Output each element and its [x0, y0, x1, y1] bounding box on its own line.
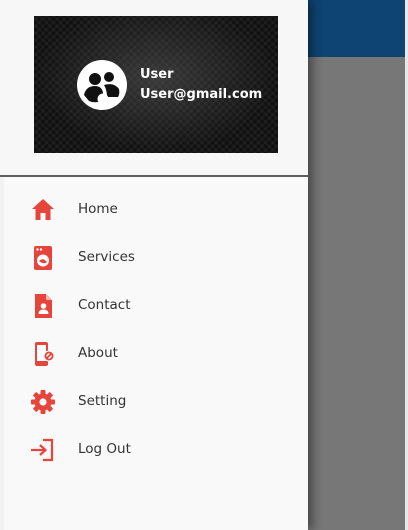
- phone-blocked-icon: [30, 341, 56, 367]
- menu-item-label: About: [78, 345, 118, 361]
- washing-machine-icon: [30, 245, 56, 271]
- home-icon: [30, 197, 56, 223]
- menu-item-about[interactable]: About: [0, 330, 308, 378]
- menu-item-setting[interactable]: Setting: [0, 378, 308, 426]
- contact-file-icon: [30, 293, 56, 319]
- menu-item-label: Home: [78, 201, 118, 217]
- user-group-icon: [77, 60, 127, 110]
- user-name: User: [140, 67, 174, 82]
- menu-item-logout[interactable]: Log Out: [0, 426, 308, 474]
- menu-item-contact[interactable]: Contact: [0, 282, 308, 330]
- profile-banner: User User@gmail.com: [34, 16, 278, 153]
- drawer-header: User User@gmail.com: [0, 0, 308, 176]
- menu-item-label: Setting: [78, 393, 127, 409]
- menu-item-label: Contact: [78, 297, 131, 313]
- menu-item-home[interactable]: Home: [0, 186, 308, 234]
- screen: User User@gmail.com Home Services Contac…: [0, 0, 408, 530]
- divider: [0, 175, 308, 177]
- gear-icon: [30, 389, 56, 415]
- menu-item-services[interactable]: Services: [0, 234, 308, 282]
- logout-icon: [30, 437, 56, 463]
- menu-item-label: Services: [78, 249, 135, 265]
- drawer-menu: Home Services Contact About Setting Log …: [0, 186, 308, 474]
- user-email: User@gmail.com: [140, 87, 263, 102]
- navigation-drawer: User User@gmail.com Home Services Contac…: [0, 0, 308, 530]
- menu-item-label: Log Out: [78, 441, 131, 457]
